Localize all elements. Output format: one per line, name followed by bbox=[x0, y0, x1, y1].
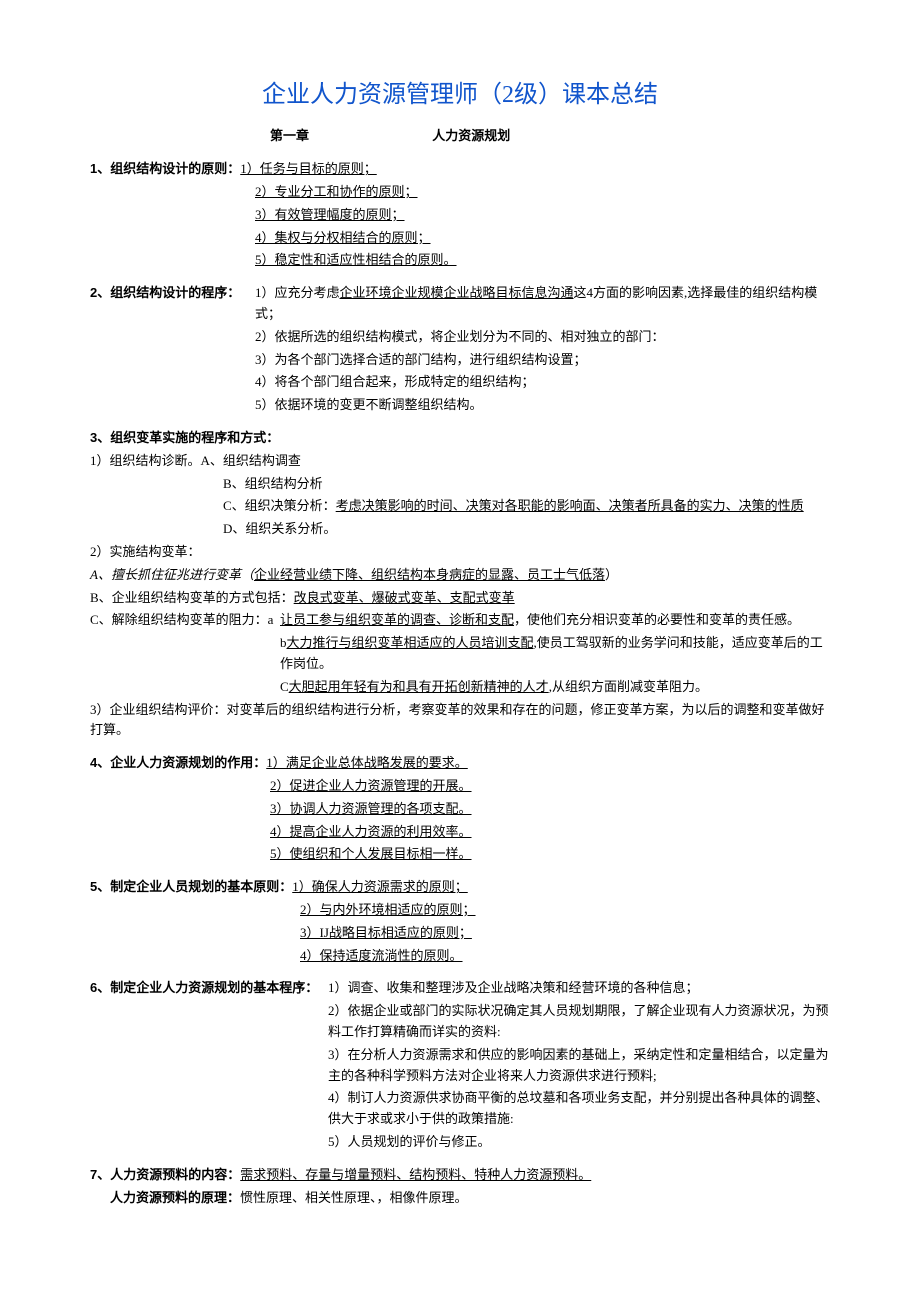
s3-p2: 2）实施结构变革： bbox=[90, 542, 830, 563]
s2-i3: 3）为各个部门选择合适的部门结构，进行组织结构设置； bbox=[90, 350, 830, 371]
section-5: 5、制定企业人员规划的基本原则：1）确保人力资源需求的原则； 2）与内外环境相适… bbox=[90, 877, 830, 966]
s3-p3: 3）企业组织结构评价：对变革后的组织结构进行分析，考察变革的效果和存在的问题，修… bbox=[90, 700, 830, 742]
s4-line1: 4、企业人力资源规划的作用：1）满足企业总体战略发展的要求。 bbox=[90, 753, 830, 774]
s4-i5: 5）使组织和个人发展目标相一样。 bbox=[90, 844, 830, 865]
s2-lead: 2、组织结构设计的程序： bbox=[90, 283, 255, 325]
s6-i5: 5）人员规划的评价与修正。 bbox=[328, 1132, 830, 1153]
section-1: 1、组织结构设计的原则：1）任务与目标的原则； 2）专业分工和协作的原则； 3）… bbox=[90, 159, 830, 271]
s3-p1c-u: 考虑决策影响的时间、决策对各职能的影响面、决策者所具备的实力、决策的性质 bbox=[336, 498, 804, 513]
s6-i4-row: 4）制订人力资源供求协商平衡的总坟墓和各项业务支配，并分别提出各种具体的调整、供… bbox=[90, 1088, 830, 1130]
chapter-line: 第一章 人力资源规划 bbox=[90, 126, 830, 147]
s1-i1: 1）任务与目标的原则； bbox=[240, 161, 377, 176]
section-7: 7、人力资源预料的内容：需求预料、存量与增量预料、结构预料、特种人力资源预料。 … bbox=[90, 1165, 830, 1209]
s4-i1: 1）满足企业总体战略发展的要求。 bbox=[266, 755, 468, 770]
s2-line1: 2、组织结构设计的程序： 1）应充分考虑企业环境企业规模企业战略目标信息沟通这4… bbox=[90, 283, 830, 325]
s3-pA-b: ） bbox=[605, 567, 618, 582]
s3-lead: 3、组织变革实施的程序和方式： bbox=[90, 428, 830, 449]
s2-i1u: 企业环境企业规模企业战略目标信息沟通 bbox=[340, 285, 574, 300]
s7-line2: 人力资源预料的原理：惯性原理、相关性原理、，相像件原理。 bbox=[90, 1188, 830, 1209]
s6-i3: 3）在分析人力资源需求和供应的影响因素的基础上，采纳定性和定量相结合，以定量为主… bbox=[328, 1045, 830, 1087]
s1-i5: 5）稳定性和适应性相结合的原则。 bbox=[90, 250, 830, 271]
chapter-label: 第一章 bbox=[270, 126, 309, 147]
s1-i3: 3）有效管理幅度的原则； bbox=[90, 205, 830, 226]
s3-pC-a: C、解除组织结构变革的阻力：a bbox=[90, 612, 273, 627]
s1-i2: 2）专业分工和协作的原则； bbox=[90, 182, 830, 203]
s5-i2: 2）与内外环境相适应的原则； bbox=[90, 900, 830, 921]
s3-pB-a: B、企业组织结构变革的方式包括： bbox=[90, 590, 294, 605]
s3-pC-u: 让员工参与组织变革的调查、诊断和支配 bbox=[280, 612, 514, 627]
s4-lead-b: 人力资源规划的作用： bbox=[136, 755, 266, 770]
s5-line1: 5、制定企业人员规划的基本原则：1）确保人力资源需求的原则； bbox=[90, 877, 830, 898]
section-6: 6、制定企业人力资源规划的基本程序： 1）调查、收集和整理涉及企业战略决策和经营… bbox=[90, 978, 830, 1152]
s6-i2: 2）依据企业或部门的实际状况确定其人员规划期限，了解企业现有人力资源状况，为预料… bbox=[328, 1001, 830, 1043]
s6-i2-row: 2）依据企业或部门的实际状况确定其人员规划期限，了解企业现有人力资源状况，为预料… bbox=[90, 1001, 830, 1043]
s2-i5: 5）依据环境的变更不断调整组织结构。 bbox=[90, 395, 830, 416]
s5-lead: 5、制定企业人员规划的基本原则： bbox=[90, 879, 292, 894]
s6-i4: 4）制订人力资源供求协商平衡的总坟墓和各项业务支配，并分别提出各种具体的调整、供… bbox=[328, 1088, 830, 1130]
s2-i1a: 1）应充分考虑 bbox=[255, 285, 340, 300]
s3-pC3-b: ,从组织方面削减变革阻力。 bbox=[549, 679, 708, 694]
s3-pA-a: A、擅长抓住征兆进行变革（ bbox=[90, 567, 254, 582]
s5-i3: 3）IJ战略目标相适应的原则； bbox=[90, 923, 830, 944]
s6-i3-row: 3）在分析人力资源需求和供应的影响因素的基础上，采纳定性和定量相结合，以定量为主… bbox=[90, 1045, 830, 1087]
s3-p1d: D、组织关系分析。 bbox=[90, 519, 830, 540]
s3-pC3: C大胆起用年轻有为和具有开拓创新精神的人才,从组织方面削减变革阻力。 bbox=[90, 677, 830, 698]
s3-pA: A、擅长抓住征兆进行变革（企业经营业绩下降、组织结构本身病症的显露、员工士气低落… bbox=[90, 565, 830, 586]
s3-pC-b: ，使他们充分相识变革的必要性和变革的责任感。 bbox=[514, 612, 800, 627]
s1-i4: 4）集权与分权相结合的原则； bbox=[90, 228, 830, 249]
s7-lead2: 人力资源预料的原理： bbox=[110, 1190, 240, 1205]
s3-pC3-u: 大胆起用年轻有为和具有开拓创新精神的人才 bbox=[289, 679, 549, 694]
s1-line1: 1、组织结构设计的原则：1）任务与目标的原则； bbox=[90, 159, 830, 180]
s7-lead: 7、人力资源预料的内容： bbox=[90, 1167, 240, 1182]
s5-i4: 4）保持适度流淌性的原则。 bbox=[90, 946, 830, 967]
s6-i5-row: 5）人员规划的评价与修正。 bbox=[90, 1132, 830, 1153]
s7-u: 需求预料、存量与增量预料、结构预料、特种人力资源预料。 bbox=[240, 1167, 591, 1182]
s3-pC3-a: C bbox=[280, 679, 289, 694]
page-title: 企业人力资源管理师（2级）课本总结 bbox=[90, 76, 830, 114]
s3-pC2: b大力推行与组织变革相适应的人员培训支配,使员工驾驭新的业务学问和技能，适应变革… bbox=[90, 633, 830, 675]
section-4: 4、企业人力资源规划的作用：1）满足企业总体战略发展的要求。 2）促进企业人力资… bbox=[90, 753, 830, 865]
s5-i1: 1）确保人力资源需求的原则； bbox=[292, 879, 468, 894]
s7-line1: 7、人力资源预料的内容：需求预料、存量与增量预料、结构预料、特种人力资源预料。 bbox=[90, 1165, 830, 1186]
s3-pA-u: 企业经营业绩下降、组织结构本身病症的显露、员工士气低落 bbox=[254, 567, 605, 582]
s2-i2: 2）依据所选的组织结构模式，将企业划分为不同的、相对独立的部门： bbox=[90, 327, 830, 348]
s7-rest: 惯性原理、相关性原理、，相像件原理。 bbox=[240, 1190, 468, 1205]
s3-p1c: C、组织决策分析：考虑决策影响的时间、决策对各职能的影响面、决策者所具备的实力、… bbox=[90, 496, 830, 517]
s6-line1: 6、制定企业人力资源规划的基本程序： 1）调查、收集和整理涉及企业战略决策和经营… bbox=[90, 978, 830, 999]
s3-p1b: B、组织结构分析 bbox=[90, 474, 830, 495]
s4-lead-a: 4、企业 bbox=[90, 755, 136, 770]
s6-i1: 1）调查、收集和整理涉及企业战略决策和经营环境的各种信息； bbox=[328, 978, 830, 999]
s2-i1: 1）应充分考虑企业环境企业规模企业战略目标信息沟通这4方面的影响因素,选择最佳的… bbox=[255, 283, 830, 325]
s3-p1: 1）组织结构诊断。A、组织结构调查 bbox=[90, 451, 830, 472]
s3-pB-u: 改良式变革、爆破式变革、支配式变革 bbox=[294, 590, 515, 605]
s2-i4: 4）将各个部门组合起来，形成特定的组织结构； bbox=[90, 372, 830, 393]
s3-pC2-u: 大力推行与组织变革相适应的人员培训支配 bbox=[287, 635, 534, 650]
chapter-title: 人力资源规划 bbox=[432, 126, 510, 147]
s4-i4: 4）提高企业人力资源的利用效率。 bbox=[90, 822, 830, 843]
s1-lead: 1、组织结构设计的原则： bbox=[90, 161, 240, 176]
s6-lead: 6、制定企业人力资源规划的基本程序： bbox=[90, 978, 328, 999]
s4-i2: 2）促进企业人力资源管理的开展。 bbox=[90, 776, 830, 797]
s3-pC: C、解除组织结构变革的阻力：a 让员工参与组织变革的调查、诊断和支配，使他们充分… bbox=[90, 610, 830, 631]
s4-i3: 3）协调人力资源管理的各项支配。 bbox=[90, 799, 830, 820]
section-3: 3、组织变革实施的程序和方式： 1）组织结构诊断。A、组织结构调查 B、组织结构… bbox=[90, 428, 830, 741]
s3-p1c-a: C、组织决策分析： bbox=[223, 498, 336, 513]
section-2: 2、组织结构设计的程序： 1）应充分考虑企业环境企业规模企业战略目标信息沟通这4… bbox=[90, 283, 830, 416]
s3-pB: B、企业组织结构变革的方式包括：改良式变革、爆破式变革、支配式变革 bbox=[90, 588, 830, 609]
